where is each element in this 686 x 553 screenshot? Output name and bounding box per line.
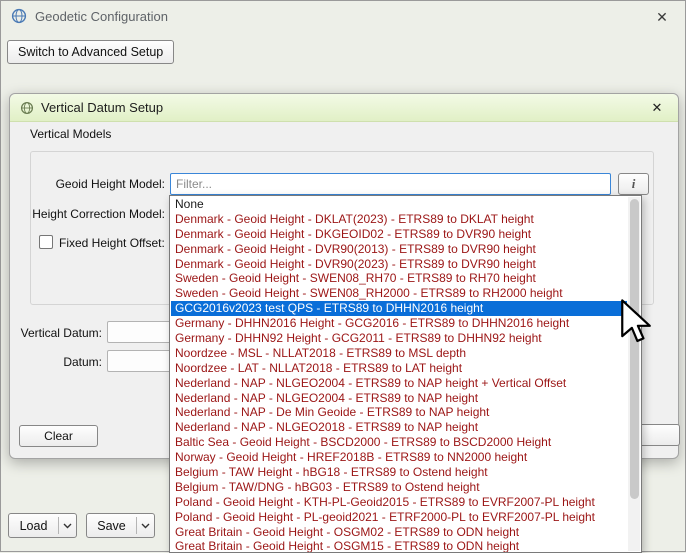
geoid-model-dropdown: NoneDenmark - Geoid Height - DKLAT(2023)… <box>169 195 642 553</box>
info-icon: i <box>632 176 636 192</box>
height-correction-model-label: Height Correction Model: <box>32 207 165 221</box>
main-window: { "titlebar": { "title": "Geodetic Confi… <box>0 0 686 552</box>
close-icon: ✕ <box>656 9 668 26</box>
dropdown-item[interactable]: Baltic Sea - Geoid Height - BSCD2000 - E… <box>171 435 627 450</box>
vertical-models-section-label: Vertical Models <box>30 127 111 141</box>
scrollbar-thumb[interactable] <box>630 199 639 499</box>
dialog-icon <box>20 101 34 115</box>
window-title: Geodetic Configuration <box>35 9 168 24</box>
dropdown-item[interactable]: Belgium - TAW Height - hBG18 - ETRS89 to… <box>171 465 627 480</box>
dropdown-item[interactable]: Noordzee - MSL - NLLAT2018 - ETRS89 to M… <box>171 346 627 361</box>
dropdown-item[interactable]: Noordzee - LAT - NLLAT2018 - ETRS89 to L… <box>171 361 627 376</box>
save-button[interactable]: Save <box>86 513 155 538</box>
close-icon: ✕ <box>652 100 663 116</box>
dropdown-item[interactable]: Norway - Geoid Height - HREF2018B - ETRS… <box>171 450 627 465</box>
switch-advanced-setup-button[interactable]: Switch to Advanced Setup <box>7 40 174 64</box>
dropdown-item[interactable]: Nederland - NAP - NLGEO2004 - ETRS89 to … <box>171 391 627 406</box>
datum-label: Datum: <box>10 355 102 369</box>
info-button[interactable]: i <box>618 173 649 195</box>
main-titlebar: Geodetic Configuration <box>1 1 685 31</box>
dropdown-item[interactable]: Nederland - NAP - De Min Geoide - ETRS89… <box>171 405 627 420</box>
chevron-down-icon[interactable] <box>137 523 154 529</box>
dropdown-item[interactable]: Denmark - Geoid Height - DVR90(2013) - E… <box>171 242 627 257</box>
fixed-height-offset-label: Fixed Height Offset: <box>59 236 165 250</box>
dropdown-item[interactable]: Sweden - Geoid Height - SWEN08_RH70 - ET… <box>171 271 627 286</box>
dropdown-item[interactable]: Germany - DHHN2016 Height - GCG2016 - ET… <box>171 316 627 331</box>
dropdown-item[interactable]: Nederland - NAP - NLGEO2018 - ETRS89 to … <box>171 420 627 435</box>
window-close-button[interactable]: ✕ <box>653 8 671 26</box>
dropdown-item[interactable]: None <box>171 197 627 212</box>
dropdown-item[interactable]: Denmark - Geoid Height - DKGEOID02 - ETR… <box>171 227 627 242</box>
geoid-model-filter-input[interactable] <box>170 173 611 195</box>
dropdown-item[interactable]: Germany - DHHN92 Height - GCG2011 - ETRS… <box>171 331 627 346</box>
chevron-down-icon[interactable] <box>59 523 76 529</box>
dropdown-item[interactable]: Poland - Geoid Height - PL-geoid2021 - E… <box>171 510 627 525</box>
dialog-close-button[interactable]: ✕ <box>648 99 666 117</box>
geoid-model-listbox: NoneDenmark - Geoid Height - DKLAT(2023)… <box>171 197 627 552</box>
dropdown-item[interactable]: Sweden - Geoid Height - SWEN08_RH2000 - … <box>171 286 627 301</box>
globe-icon <box>11 8 27 24</box>
geoid-height-model-label: Geoid Height Model: <box>32 177 165 191</box>
dialog-title: Vertical Datum Setup <box>41 100 163 115</box>
dropdown-scrollbar[interactable] <box>628 197 640 551</box>
load-button[interactable]: Load <box>8 513 77 538</box>
dropdown-item[interactable]: Denmark - Geoid Height - DVR90(2023) - E… <box>171 257 627 272</box>
dropdown-item[interactable]: Great Britain - Geoid Height - OSGM02 - … <box>171 525 627 540</box>
save-button-label: Save <box>87 519 136 533</box>
dropdown-item[interactable]: Great Britain - Geoid Height - OSGM15 - … <box>171 539 627 552</box>
vertical-datum-label: Vertical Datum: <box>10 326 102 340</box>
dropdown-item[interactable]: Denmark - Geoid Height - DKLAT(2023) - E… <box>171 212 627 227</box>
fixed-height-offset-checkbox[interactable] <box>39 235 53 249</box>
dropdown-item[interactable]: Poland - Geoid Height - KTH-PL-Geoid2015… <box>171 495 627 510</box>
dropdown-item[interactable]: Belgium - TAW/DNG - hBG03 - ETRS89 to Os… <box>171 480 627 495</box>
dialog-titlebar: Vertical Datum Setup <box>10 94 678 122</box>
dropdown-item[interactable]: GCG2016v2023 test QPS - ETRS89 to DHHN20… <box>171 301 627 316</box>
dropdown-item[interactable]: Nederland - NAP - NLGEO2004 - ETRS89 to … <box>171 376 627 391</box>
clear-button[interactable]: Clear <box>19 425 98 447</box>
load-button-label: Load <box>9 519 58 533</box>
